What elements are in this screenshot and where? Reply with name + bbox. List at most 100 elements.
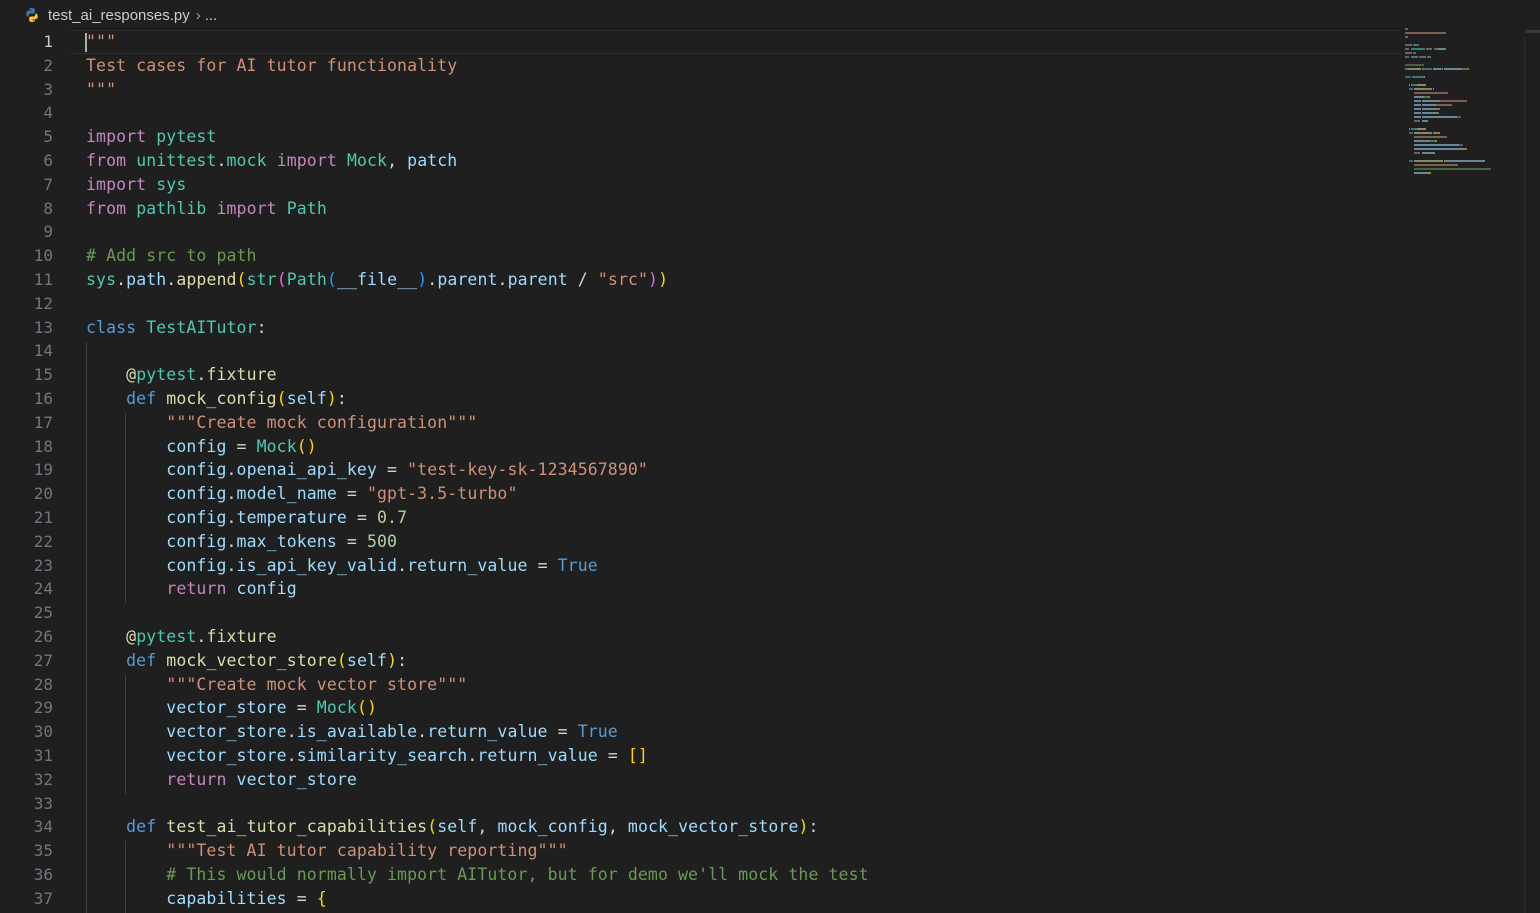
code-line[interactable]: 1 """ bbox=[0, 30, 1400, 54]
code-line[interactable]: 18 config = Mock() bbox=[0, 435, 1400, 459]
minimap-token bbox=[1413, 96, 1421, 98]
code-line[interactable]: 4 bbox=[0, 101, 1400, 125]
line-number: 27 bbox=[33, 650, 53, 670]
line-number: 34 bbox=[33, 817, 53, 837]
code-text: def mock_vector_store(self): bbox=[86, 649, 407, 673]
code-text: """Create mock vector store""" bbox=[86, 673, 467, 697]
code-line[interactable]: 24 return config bbox=[0, 577, 1400, 601]
code-token: __file__ bbox=[336, 270, 418, 289]
code-line[interactable]: 25 bbox=[0, 601, 1400, 625]
code-line[interactable]: 16 def mock_config(self): bbox=[0, 387, 1400, 411]
minimap-token bbox=[1418, 84, 1426, 86]
minimap-token bbox=[1414, 68, 1422, 70]
code-line[interactable]: 28 """Create mock vector store""" bbox=[0, 673, 1400, 697]
code-line[interactable]: 30 vector_store.is_available.return_valu… bbox=[0, 720, 1400, 744]
code-token: vector_store bbox=[166, 698, 287, 718]
minimap-token bbox=[1413, 116, 1421, 118]
breadcrumb: test_ai_responses.py › ... bbox=[0, 0, 1540, 30]
code-line[interactable]: 15 @pytest.fixture bbox=[0, 363, 1400, 387]
code-line[interactable]: 37 capabilities = { bbox=[0, 887, 1400, 911]
code-line[interactable]: 34 def test_ai_tutor_capabilities(self, … bbox=[0, 815, 1400, 839]
code-token: 0.7 bbox=[377, 508, 408, 527]
code-line[interactable]: 23 config.is_api_key_valid.return_value … bbox=[0, 554, 1400, 578]
minimap-token bbox=[1421, 152, 1435, 154]
code-line[interactable]: 22 config.max_tokens = 500 bbox=[0, 530, 1400, 554]
line-number: 33 bbox=[33, 793, 53, 813]
code-token: . bbox=[497, 270, 508, 289]
code-token: Path bbox=[286, 198, 327, 218]
code-line[interactable]: 19 config.openai_api_key = "test-key-sk-… bbox=[0, 458, 1400, 482]
code-token: similarity_search bbox=[296, 746, 468, 765]
code-line[interactable]: 6 from unittest.mock import Mock, patch bbox=[0, 149, 1400, 173]
code-token: = bbox=[527, 555, 558, 575]
minimap-token bbox=[1435, 104, 1453, 106]
code-token: = bbox=[336, 531, 367, 551]
code-line[interactable]: 17 """Create mock configuration""" bbox=[0, 411, 1400, 435]
code-line[interactable]: 21 config.temperature = 0.7 bbox=[0, 506, 1400, 530]
code-line[interactable]: 33 bbox=[0, 792, 1400, 816]
code-token: mock_config bbox=[497, 817, 608, 837]
minimap-token bbox=[1413, 88, 1426, 90]
minimap-token bbox=[1421, 104, 1433, 106]
vertical-scrollbar[interactable] bbox=[1524, 30, 1540, 913]
minimap-token bbox=[1421, 116, 1440, 118]
minimap-token bbox=[1413, 112, 1421, 114]
breadcrumb-more[interactable]: ... bbox=[205, 7, 218, 24]
breadcrumb-file[interactable]: test_ai_responses.py bbox=[48, 7, 190, 24]
code-editor[interactable]: 1 """ 2 Test cases for AI tutor functionali… bbox=[0, 30, 1400, 913]
minimap-token bbox=[1432, 68, 1442, 70]
line-number: 13 bbox=[33, 317, 53, 337]
python-file-icon bbox=[24, 7, 40, 23]
code-line[interactable]: 20 config.model_name = "gpt-3.5-turbo" bbox=[0, 482, 1400, 506]
code-line[interactable]: 10 # Add src to path bbox=[0, 244, 1400, 268]
minimap-token bbox=[1423, 76, 1425, 78]
code-token: . bbox=[427, 270, 438, 289]
minimap-token bbox=[1405, 76, 1411, 78]
code-line[interactable]: 29 vector_store = Mock() bbox=[0, 696, 1400, 720]
code-token: is_available bbox=[296, 722, 418, 742]
code-line[interactable]: 14 bbox=[0, 339, 1400, 363]
code-line[interactable]: 13 class TestAITutor: bbox=[0, 316, 1400, 340]
code-token: return_value bbox=[407, 555, 528, 575]
minimap-token bbox=[1413, 140, 1427, 142]
code-line[interactable]: 32 return vector_store bbox=[0, 768, 1400, 792]
code-token: ) bbox=[798, 817, 809, 837]
code-line[interactable]: 36 # This would normally import AITutor,… bbox=[0, 863, 1400, 887]
code-line[interactable]: 27 def mock_vector_store(self): bbox=[0, 649, 1400, 673]
code-token: : bbox=[397, 650, 408, 670]
code-line[interactable]: 11 sys.path.append(str(Path(__file__).par… bbox=[0, 268, 1400, 292]
minimap-token bbox=[1405, 64, 1424, 66]
code-line[interactable]: 3 """ bbox=[0, 78, 1400, 102]
code-line[interactable]: 7 import sys bbox=[0, 173, 1400, 197]
code-line[interactable]: 31 vector_store.similarity_search.return… bbox=[0, 744, 1400, 768]
line-number: 26 bbox=[33, 627, 53, 646]
code-line[interactable]: 5 import pytest bbox=[0, 125, 1400, 149]
minimap[interactable] bbox=[1405, 28, 1520, 178]
code-line[interactable]: 35 """Test AI tutor capability reporting… bbox=[0, 839, 1400, 863]
code-token: mock_vector_store bbox=[166, 650, 337, 670]
minimap-token bbox=[1412, 52, 1416, 54]
minimap-token bbox=[1432, 88, 1434, 90]
code-line[interactable]: 2 Test cases for AI tutor functionality bbox=[0, 54, 1400, 78]
line-number: 7 bbox=[43, 174, 53, 194]
scrollbar-thumb[interactable] bbox=[1526, 30, 1540, 33]
code-token: config bbox=[166, 555, 227, 575]
code-token: True bbox=[557, 555, 598, 575]
code-line[interactable]: 26 @pytest.fixture bbox=[0, 625, 1400, 649]
code-line[interactable]: 9 bbox=[0, 220, 1400, 244]
code-token: [] bbox=[627, 746, 648, 765]
code-line[interactable]: 8 from pathlib import Path bbox=[0, 197, 1400, 221]
chevron-right-icon: › bbox=[195, 6, 201, 24]
code-line[interactable]: 12 bbox=[0, 292, 1400, 316]
code-token: mock_config bbox=[166, 389, 277, 408]
